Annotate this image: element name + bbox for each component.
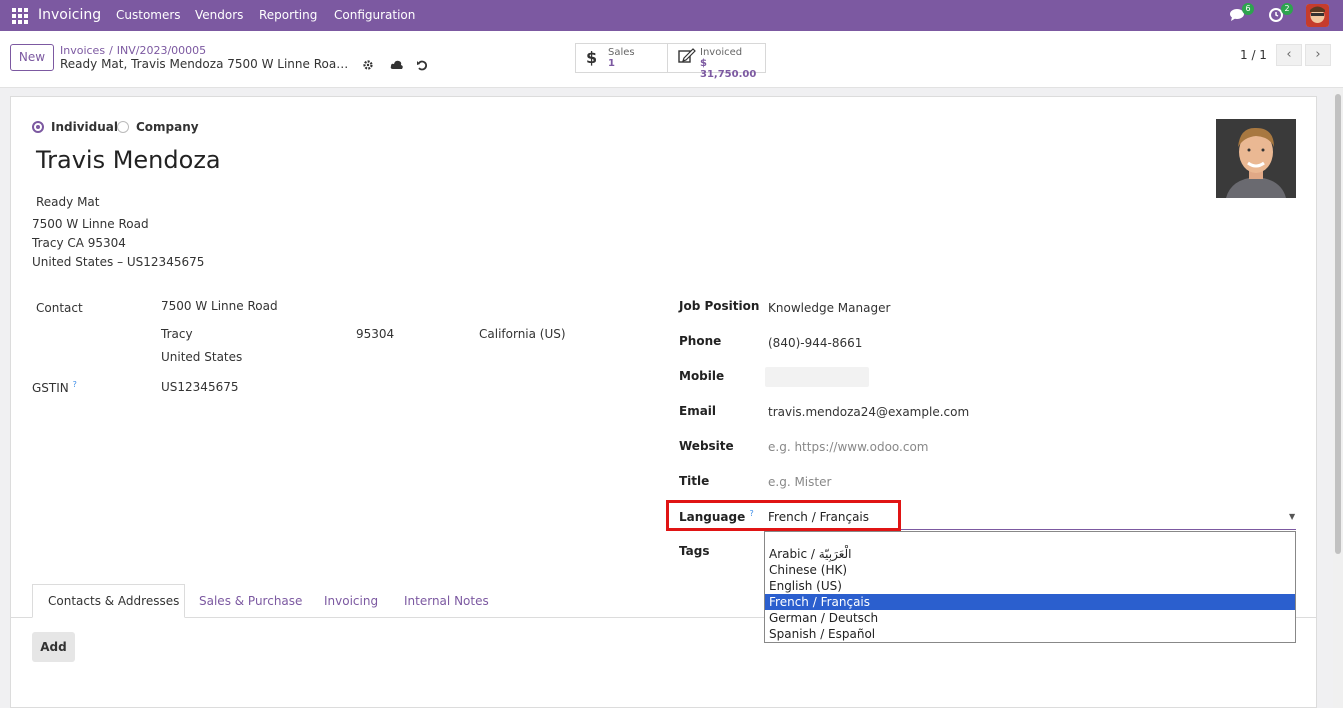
tab-sales-purchase[interactable]: Sales & Purchase (199, 594, 302, 608)
city-field[interactable]: Tracy (161, 327, 193, 341)
tags-label: Tags (679, 544, 710, 558)
partner-name-field[interactable]: Travis Mendoza (36, 146, 221, 174)
address-country: United States – US12345675 (32, 255, 205, 269)
partner-photo[interactable] (1216, 119, 1296, 198)
app-name[interactable]: Invoicing (38, 7, 101, 23)
avatar-face-icon (1306, 4, 1329, 27)
language-dropdown: Arabic / الْعَرَبِيّة Chinese (HK) Engli… (764, 531, 1296, 643)
pencil-square-icon (678, 48, 696, 68)
gear-icon[interactable] (362, 59, 374, 74)
breadcrumb-invoice-number[interactable]: INV/2023/00005 (117, 44, 206, 57)
address-city: Tracy CA 95304 (32, 236, 126, 250)
tab-internal-notes[interactable]: Internal Notes (404, 594, 489, 608)
company-radio-label[interactable]: Company (136, 120, 199, 134)
discard-undo-icon[interactable] (416, 59, 428, 74)
address-street: 7500 W Linne Road (32, 217, 149, 231)
website-label: Website (679, 439, 734, 453)
menu-vendors[interactable]: Vendors (195, 8, 243, 22)
invoiced-stat-button[interactable]: Invoiced $ 31,750.00 (667, 43, 766, 80)
breadcrumb: Invoices / INV/2023/00005 (60, 44, 207, 57)
email-label: Email (679, 404, 717, 418)
tab-invoicing[interactable]: Invoicing (324, 594, 378, 608)
company-radio[interactable] (117, 121, 129, 133)
page-scrollbar[interactable] (1333, 88, 1343, 708)
breadcrumb-invoices[interactable]: Invoices (60, 44, 105, 57)
language-option[interactable]: Chinese (HK) (765, 562, 1295, 578)
chevron-down-icon[interactable]: ▼ (1289, 512, 1295, 521)
language-option-selected[interactable]: French / Français (765, 594, 1295, 610)
add-contact-button[interactable]: Add (32, 632, 75, 662)
new-button[interactable]: New (10, 44, 54, 71)
job-position-label: Job Position (679, 299, 760, 313)
job-position-field[interactable]: Knowledge Manager (768, 301, 890, 315)
country-field[interactable]: United States (161, 350, 242, 364)
messages-icon[interactable]: 6 (1229, 3, 1254, 24)
title-field[interactable]: e.g. Mister (768, 475, 831, 489)
language-option[interactable]: Arabic / الْعَرَبِيّة (765, 546, 1295, 562)
person-photo-icon (1216, 119, 1296, 198)
menu-configuration[interactable]: Configuration (334, 8, 415, 22)
apps-menu-icon[interactable] (12, 8, 28, 24)
language-option[interactable]: German / Deutsch (765, 610, 1295, 626)
phone-field[interactable]: (840)-944-8661 (768, 336, 862, 350)
gstin-label: GSTIN ? (32, 380, 77, 395)
state-field[interactable]: California (US) (479, 327, 566, 341)
control-panel: New Invoices / INV/2023/00005 Ready Mat, T… (0, 31, 1343, 88)
street-field[interactable]: 7500 W Linne Road (161, 299, 278, 313)
address-company: Ready Mat (36, 195, 100, 209)
help-tooltip-icon[interactable]: ? (73, 380, 77, 389)
individual-radio-label[interactable]: Individual (51, 120, 118, 134)
tab-contacts-addresses[interactable]: Contacts & Addresses (32, 584, 185, 618)
save-cloud-icon[interactable] (390, 59, 404, 74)
user-avatar[interactable] (1306, 4, 1329, 27)
gstin-field[interactable]: US12345675 (161, 380, 238, 394)
activities-badge: 2 (1281, 3, 1293, 15)
top-navbar: Invoicing Customers Vendors Reporting Co… (0, 0, 1343, 31)
contact-label: Contact (36, 301, 83, 315)
individual-radio[interactable] (32, 121, 44, 133)
activities-icon[interactable]: 2 (1268, 3, 1293, 24)
mobile-field[interactable] (765, 367, 869, 387)
record-title: Ready Mat, Travis Mendoza 7500 W Linne R… (60, 57, 352, 71)
dollar-icon: $ (586, 48, 598, 67)
email-field[interactable]: travis.mendoza24@example.com (768, 405, 969, 419)
pager-previous-icon[interactable]: ‹ (1276, 44, 1302, 66)
website-field[interactable]: e.g. https://www.odoo.com (768, 440, 929, 454)
language-option[interactable]: English (US) (765, 578, 1295, 594)
mobile-label: Mobile (679, 369, 725, 383)
language-highlight-box (666, 500, 901, 531)
sales-stat-button[interactable]: $ Sales 1 (575, 43, 668, 73)
pager-next-icon[interactable]: › (1305, 44, 1331, 66)
language-option[interactable]: Spanish / Español (765, 626, 1295, 642)
pager-value[interactable]: 1 / 1 (1240, 48, 1267, 62)
messages-badge: 6 (1242, 3, 1254, 15)
menu-customers[interactable]: Customers (116, 8, 181, 22)
menu-reporting[interactable]: Reporting (259, 8, 317, 22)
zip-field[interactable]: 95304 (356, 327, 394, 341)
title-label: Title (679, 474, 710, 488)
phone-label: Phone (679, 334, 722, 348)
